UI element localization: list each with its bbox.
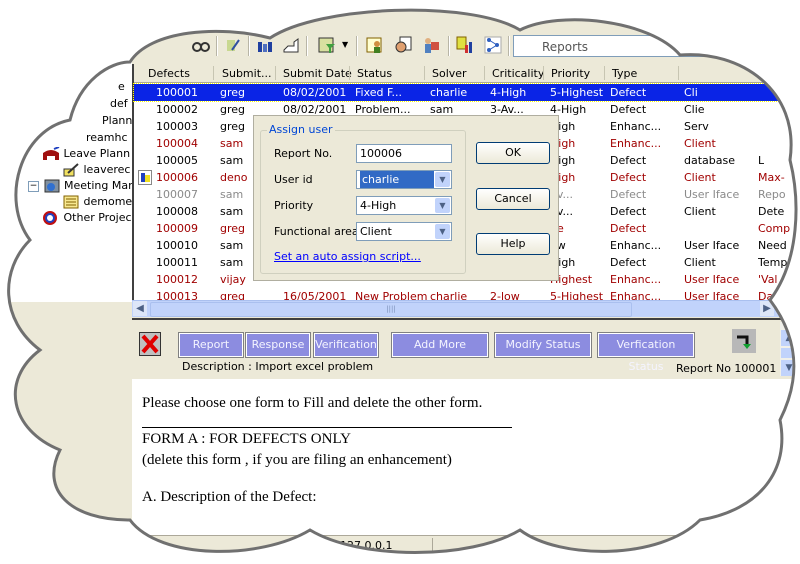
- cloud-outline: [7, 8, 798, 554]
